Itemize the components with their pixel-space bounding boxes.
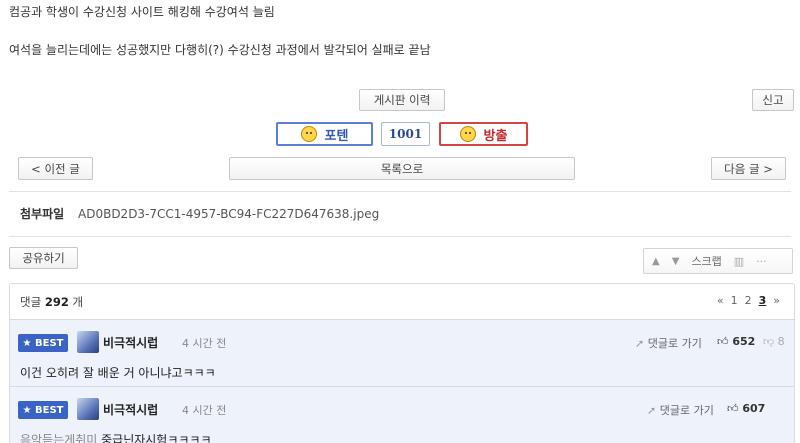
comment-pagination: « 1 2 3 » [717,294,780,307]
pager-page-1[interactable]: 1 [731,294,738,307]
post-line-1: 컴공과 학생이 수강신청 사이트 해킹해 수강여석 늘림 [9,5,275,19]
arrow-up-icon[interactable]: ▲ [652,256,660,267]
best-badge-label: BEST [34,337,64,349]
comment-time: 4 시간 전 [182,404,227,417]
scrap-button[interactable]: 스크랩 [691,253,721,269]
smile-icon [300,126,317,142]
avatar[interactable] [77,398,99,420]
upvote-button[interactable]: 포텐 [276,122,373,146]
best-badge: ★ BEST [18,334,68,352]
comment-time: 4 시간 전 [182,337,227,350]
comment-item: ★ BEST 비극적시럽 4 시간 전 ➚ 댓글로 가기 👍︎ 652 👎︎ 8… [10,320,794,387]
vote-count: 1001 [381,122,430,146]
reply-link[interactable]: ➚ 댓글로 가기 [635,335,702,351]
arrow-down-icon[interactable]: ▼ [672,256,680,267]
share-button[interactable]: 공유하기 [9,247,78,269]
reply-arrow-icon: ➚ [635,337,645,350]
comment-body: 중급닌자시험ㅋㅋㅋㅋ [101,433,212,443]
upvote-label: 포텐 [324,128,349,144]
post-toolbar: ▲ ▼ 스크랩 ▥ ··· [643,248,793,274]
comments-header: 댓글 292 개 « 1 2 3 » [10,284,794,320]
attachment-filename[interactable]: AD0BD2D3-7CC1-4957-BC94-FC227D647638.jpe… [78,207,379,221]
reply-arrow-icon: ➚ [647,404,657,417]
dislike-count: 8 [777,335,785,348]
like-button[interactable]: 👍︎ 652 [717,335,755,348]
divider [9,236,791,237]
comment-count-suffix: 개 [72,295,84,309]
attachment-row: 첨부파일 AD0BD2D3-7CC1-4957-BC94-FC227D64763… [20,205,379,222]
like-count: 652 [732,335,756,348]
comment-count-value: 292 [44,295,69,309]
dislike-button[interactable]: 👎︎ 8 [763,335,785,348]
best-badge-label: BEST [34,404,64,416]
thumbs-down-icon: 👎︎ [763,335,775,348]
board-history-button[interactable]: 게시판 이력 [359,89,445,111]
attachment-label: 첨부파일 [20,207,65,221]
avatar[interactable] [77,331,99,353]
downvote-button[interactable]: 방출 [439,122,528,146]
report-button[interactable]: 신고 [752,89,794,111]
post-line-2: 여석을 늘리는데에는 성공했지만 다행히(?) 수강신청 과정에서 발각되어 실… [9,43,431,57]
divider [9,191,791,192]
comment-item: ★ BEST 비극적시럽 4 시간 전 ➚ 댓글로 가기 👍︎ 607 음악듣는… [10,387,794,443]
reply-link-label: 댓글로 가기 [659,404,714,417]
reply-link-label: 댓글로 가기 [647,337,702,350]
comment-count-prefix: 댓글 [20,295,42,309]
best-badge: ★ BEST [18,401,68,419]
downvote-label: 방출 [483,128,508,144]
thumbs-up-icon: 👍︎ [717,335,729,348]
stats-icon[interactable]: ▥ [734,255,744,268]
pager-first[interactable]: « [717,294,724,307]
quoted-nick: 음악듣는게취미 [20,433,98,443]
comment-text: 음악듣는게취미 중급닌자시험ㅋㅋㅋㅋ [20,431,212,443]
more-icon[interactable]: ··· [756,255,767,268]
pager-page-3[interactable]: 3 [759,294,767,307]
comment-count: 댓글 292 개 [20,294,83,310]
next-post-button[interactable]: 다음 글 > [711,157,786,180]
pager-page-2[interactable]: 2 [745,294,752,307]
comments-section: 댓글 292 개 « 1 2 3 » ★ BEST 비극적시럽 4 시간 전 ➚… [9,283,795,443]
thumbs-up-icon: 👍︎ [727,402,739,415]
pager-last[interactable]: » [773,294,780,307]
frown-icon [459,126,476,142]
comment-text: 이건 오히려 잘 배운 거 아니냐고ㅋㅋㅋ [20,366,216,380]
list-button[interactable]: 목록으로 [229,157,575,180]
like-button[interactable]: 👍︎ 607 [727,402,765,415]
comment-nick[interactable]: 비극적시럽 [103,401,158,418]
comment-nick[interactable]: 비극적시럽 [103,334,158,351]
prev-post-button[interactable]: < 이전 글 [18,157,93,180]
like-count: 607 [742,402,766,415]
reply-link[interactable]: ➚ 댓글로 가기 [647,402,714,418]
